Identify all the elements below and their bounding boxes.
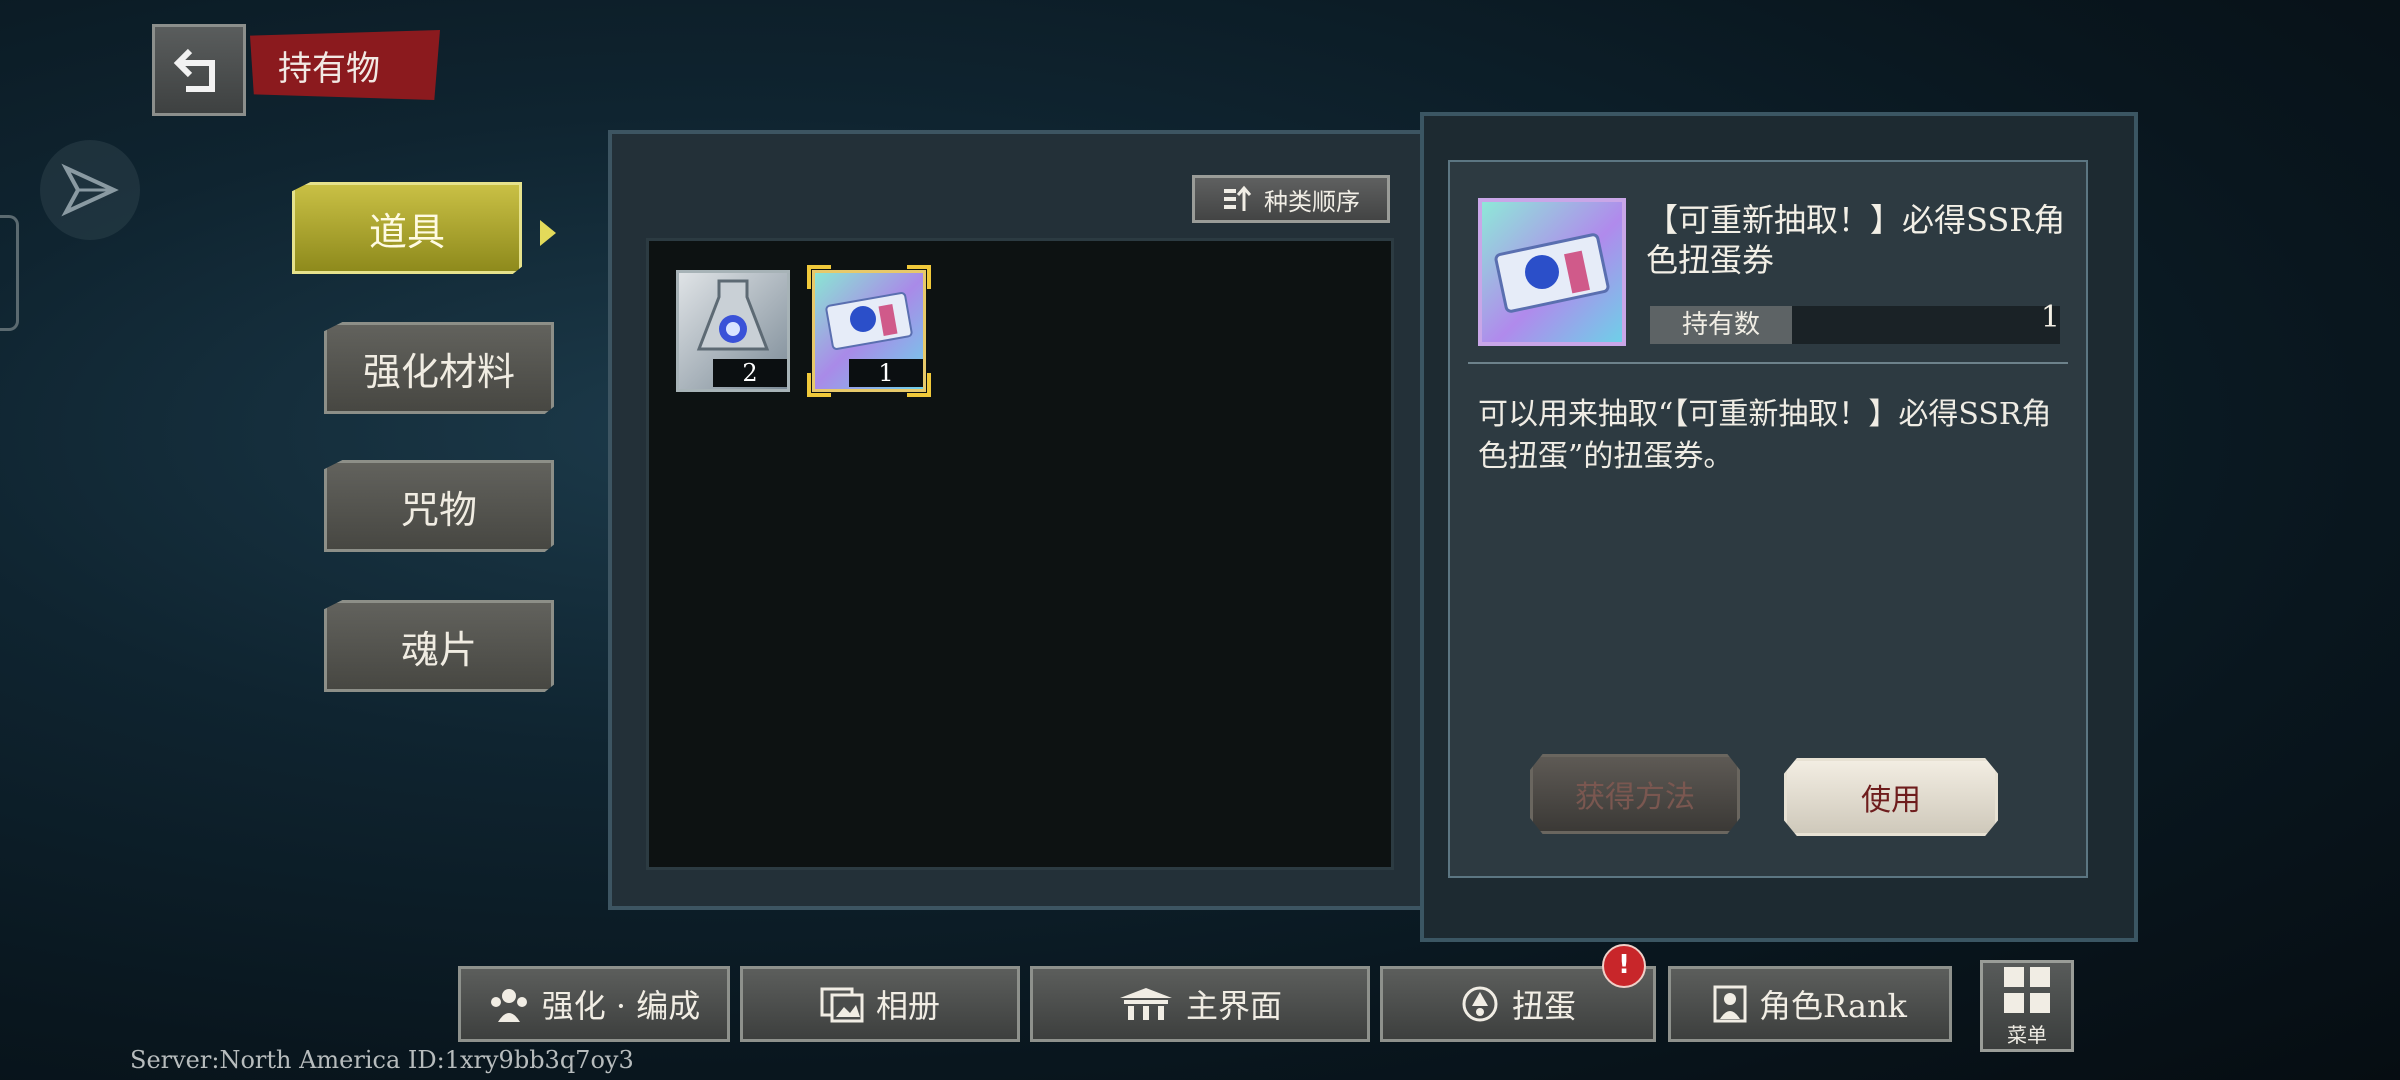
gacha-ticket-icon xyxy=(1494,233,1610,313)
nav-enhance-formation-label: 强化 · 编成 xyxy=(541,987,701,1025)
nav-album[interactable]: 相册 xyxy=(740,966,1020,1042)
tab-cursed-objects[interactable]: 咒物 xyxy=(324,460,554,552)
inventory-item-selected[interactable]: 1 xyxy=(807,265,931,397)
back-arrow-icon xyxy=(173,48,215,92)
inventory-item[interactable]: 2 xyxy=(676,270,790,392)
gacha-alert-badge: ! xyxy=(1602,944,1646,988)
use-label: 使用 xyxy=(1861,783,1921,818)
gacha-icon xyxy=(1462,986,1498,1022)
item-name: 【可重新抽取！】必得SSR角色扭蛋券 xyxy=(1646,201,2066,279)
side-drawer-handle[interactable] xyxy=(0,215,19,331)
tab-enhance-materials-label: 强化材料 xyxy=(362,349,515,394)
active-tab-arrow-icon xyxy=(540,220,556,246)
rank-icon xyxy=(1713,985,1747,1023)
item-description: 可以用来抽取“【可重新抽取！】必得SSR角色扭蛋”的扭蛋券。 xyxy=(1478,397,2052,474)
home-icon xyxy=(1119,988,1172,1020)
team-icon xyxy=(490,989,527,1022)
nav-home[interactable]: 主界面 xyxy=(1030,966,1370,1042)
selection-corner xyxy=(807,373,831,397)
obtain-method-label: 获得方法 xyxy=(1575,780,1695,815)
sort-label: 种类顺序 xyxy=(1264,187,1360,216)
back-button[interactable] xyxy=(152,24,246,116)
menu-label: 菜单 xyxy=(2007,1022,2047,1047)
sort-icon xyxy=(1224,185,1252,211)
held-count-value: 1 xyxy=(2040,300,2060,335)
album-icon xyxy=(820,987,864,1023)
grid-menu-icon xyxy=(2004,966,2050,1013)
selection-corner xyxy=(907,373,931,397)
share-icon[interactable] xyxy=(40,140,140,240)
sort-button[interactable]: 种类顺序 xyxy=(1192,175,1390,223)
nav-album-label: 相册 xyxy=(875,987,940,1025)
nav-character-rank[interactable]: 角色Rank xyxy=(1668,966,1952,1042)
page-title: 持有物 xyxy=(250,30,440,100)
nav-home-label: 主界面 xyxy=(1185,987,1282,1025)
paper-plane-icon xyxy=(61,163,119,217)
server-id-text: Server:North America ID:1xry9bb3q7oy3 xyxy=(130,1046,634,1074)
nav-enhance-formation[interactable]: 强化 · 编成 xyxy=(458,966,730,1042)
tab-items[interactable]: 道具 xyxy=(292,182,522,274)
tab-enhance-materials[interactable]: 强化材料 xyxy=(324,322,554,414)
menu-button[interactable]: 菜单 xyxy=(1980,960,2074,1052)
tab-soul-fragments[interactable]: 魂片 xyxy=(324,600,554,692)
tab-soul-fragments-label: 魂片 xyxy=(400,627,477,672)
crystal-flask-icon xyxy=(696,279,770,351)
nav-character-rank-label: 角色Rank xyxy=(1759,987,1907,1025)
obtain-method-button[interactable]: 获得方法 xyxy=(1530,754,1740,834)
tab-cursed-objects-label: 咒物 xyxy=(400,487,477,532)
detail-item-icon xyxy=(1478,198,1626,346)
divider xyxy=(1468,362,2068,364)
use-button[interactable]: 使用 xyxy=(1784,758,1998,836)
selection-corner xyxy=(907,265,931,289)
nav-gacha-label: 扭蛋 xyxy=(1511,987,1576,1025)
selection-corner xyxy=(807,265,831,289)
tab-items-label: 道具 xyxy=(368,209,445,254)
held-count-label: 持有数 xyxy=(1650,306,1792,344)
item-count: 2 xyxy=(713,359,787,387)
